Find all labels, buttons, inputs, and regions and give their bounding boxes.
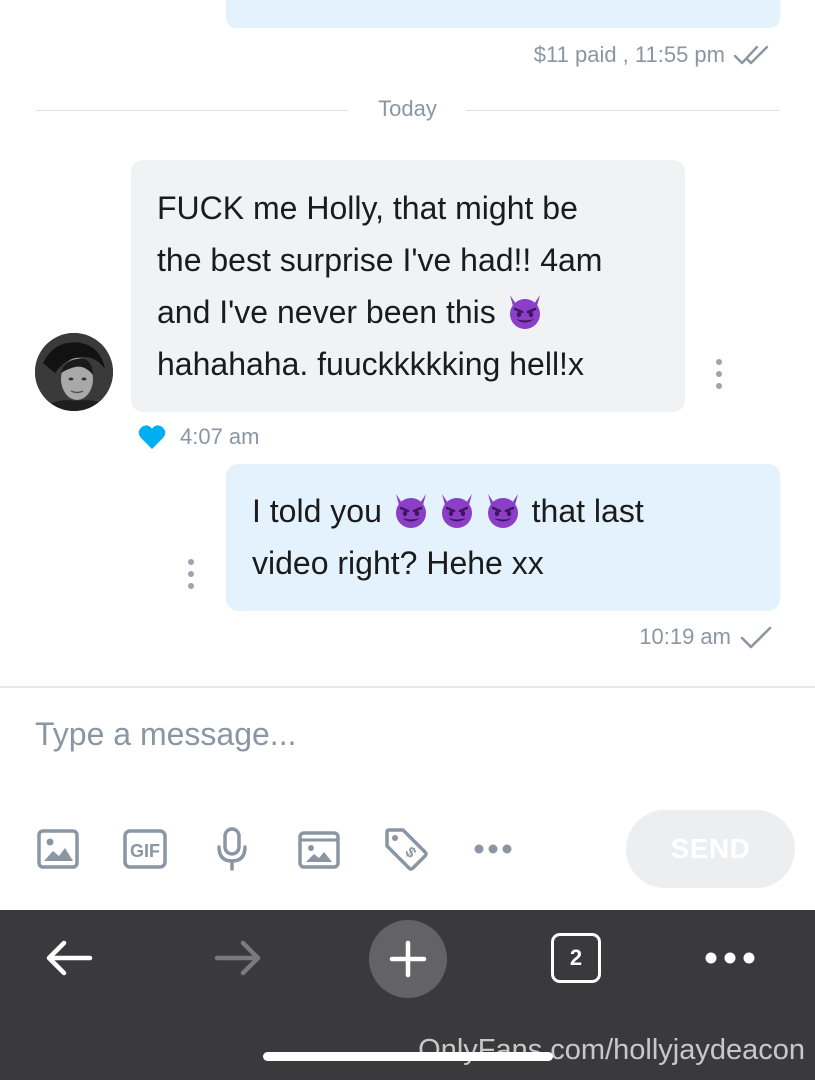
- outgoing-line-1-end: that last: [522, 493, 644, 529]
- composer-divider: [0, 686, 815, 688]
- outgoing-message-bubble[interactable]: I told you that last video right? Hehe x…: [226, 464, 780, 611]
- incoming-line-1: FUCK me Holly, that might be: [157, 190, 578, 226]
- sender-avatar[interactable]: [35, 333, 113, 411]
- incoming-message-time: 4:07 am: [180, 424, 260, 449]
- price-tag-icon[interactable]: $: [383, 826, 429, 872]
- svg-text:$: $: [401, 844, 419, 862]
- previous-outgoing-bubble[interactable]: [226, 0, 780, 28]
- svg-text:GIF: GIF: [130, 841, 160, 861]
- browser-menu-icon[interactable]: [700, 944, 760, 972]
- forward-arrow-icon[interactable]: [209, 934, 267, 982]
- incoming-line-3: and I've never been this: [157, 294, 505, 330]
- smiling-devil-emoji: [391, 490, 431, 530]
- watermark: OnlyFans.com/hollyjaydeacon: [418, 1034, 805, 1066]
- incoming-message-meta: 4:07 am: [138, 424, 260, 450]
- new-tab-button[interactable]: [369, 920, 447, 998]
- microphone-icon[interactable]: [209, 826, 255, 872]
- vault-icon[interactable]: [296, 826, 342, 872]
- smiling-devil-emoji: [437, 490, 477, 530]
- incoming-message-options-icon[interactable]: [714, 359, 724, 389]
- sent-check-icon: [740, 626, 772, 649]
- previous-message-meta: $11 paid , 11:55 pm: [534, 42, 773, 68]
- plus-icon: [389, 940, 427, 978]
- smiling-devil-emoji: [483, 490, 523, 530]
- read-double-check-icon: [733, 45, 769, 65]
- incoming-line-4: hahahaha. fuuckkkkking hell!x: [157, 346, 584, 382]
- heart-icon[interactable]: [138, 424, 166, 450]
- incoming-message-bubble[interactable]: FUCK me Holly, that might be the best su…: [131, 160, 685, 412]
- outgoing-message-time: 10:19 am: [639, 624, 731, 649]
- date-divider-line-left: [35, 110, 349, 111]
- incoming-message-text: FUCK me Holly, that might be the best su…: [157, 182, 659, 390]
- date-divider-label: Today: [378, 96, 437, 121]
- outgoing-line-2: video right? Hehe xx: [252, 545, 544, 581]
- send-button[interactable]: SEND: [626, 810, 795, 888]
- gif-icon[interactable]: GIF: [122, 826, 168, 872]
- message-input[interactable]: Type a message...: [35, 716, 296, 753]
- outgoing-message-meta: 10:19 am: [639, 624, 773, 650]
- avatar-photo: [35, 333, 113, 411]
- smiling-devil-emoji: [505, 291, 545, 331]
- more-icon[interactable]: [470, 826, 516, 872]
- date-divider-line-right: [466, 110, 780, 111]
- tab-count-button[interactable]: 2: [551, 933, 601, 983]
- incoming-line-2: the best surprise I've had!! 4am: [157, 242, 603, 278]
- outgoing-message-options-icon[interactable]: [186, 559, 196, 589]
- outgoing-line-1-start: I told you: [252, 493, 391, 529]
- payment-time-label: $11 paid , 11:55 pm: [533, 42, 725, 67]
- back-arrow-icon[interactable]: [40, 934, 98, 982]
- image-icon[interactable]: [35, 826, 81, 872]
- outgoing-message-text: I told you that last video right? Hehe x…: [252, 485, 754, 589]
